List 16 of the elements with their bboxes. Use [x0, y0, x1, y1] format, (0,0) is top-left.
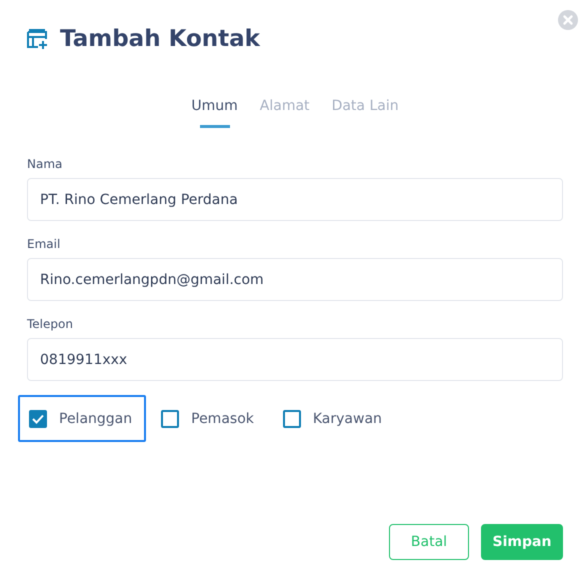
input-field[interactable]: Rino.cemerlangpdn@gmail.com — [27, 258, 563, 301]
field-label: Nama — [27, 157, 64, 171]
checkbox[interactable] — [282, 410, 301, 428]
checked-checkbox[interactable] — [29, 410, 47, 428]
checkbox-option[interactable]: Pemasok — [150, 395, 268, 442]
checkbox-option[interactable]: Karyawan — [272, 395, 396, 442]
input-field[interactable]: PT. Rino Cemerlang Perdana — [27, 178, 563, 221]
checkbox-option[interactable]: Pelanggan — [18, 395, 146, 442]
checkmark-icon — [32, 414, 44, 424]
field-label: Email — [27, 237, 62, 251]
checkbox[interactable] — [161, 410, 180, 428]
tab[interactable]: Umum — [191, 94, 238, 128]
field-label: Telepon — [27, 317, 74, 331]
calendar-plus-icon — [27, 29, 48, 49]
input-field[interactable]: 0819911xxx — [27, 338, 563, 381]
dialog-title: Tambah Kontak — [60, 26, 260, 52]
